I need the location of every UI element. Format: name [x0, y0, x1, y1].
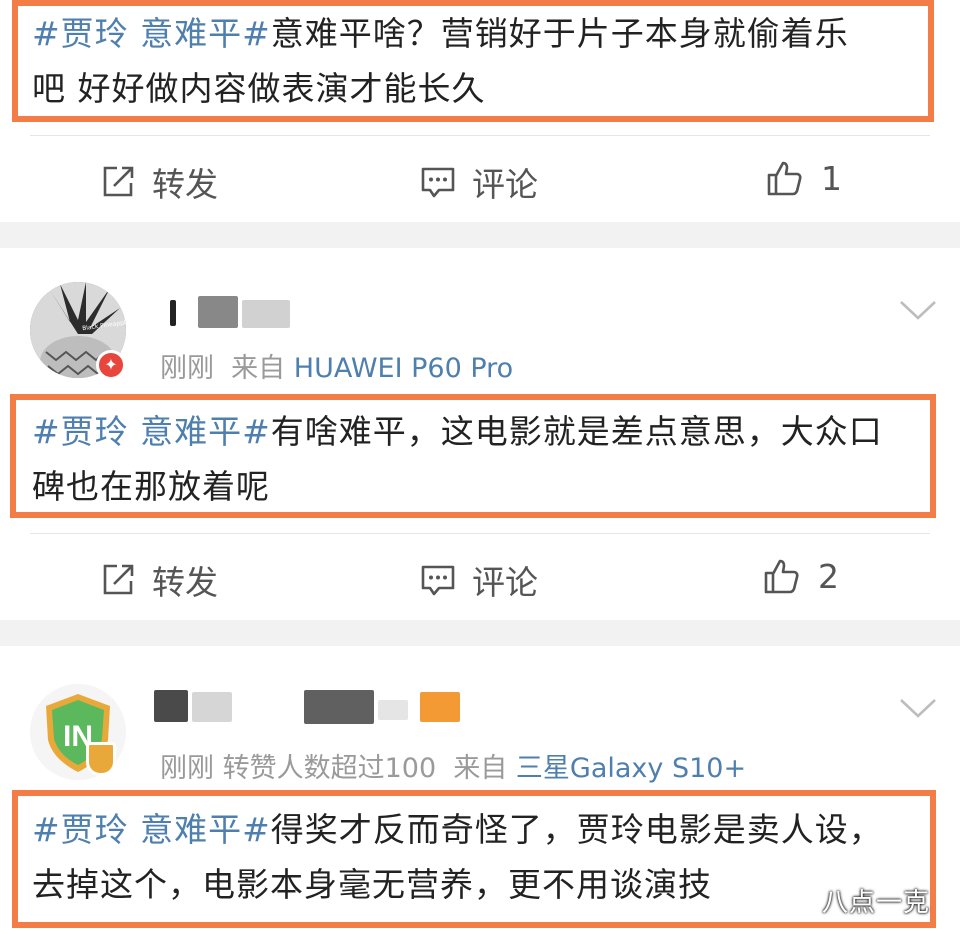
post-text-line1: 意难平啥？营销好于片子本身就偷着乐 — [270, 14, 849, 53]
repost-icon — [103, 564, 134, 595]
comment-icon — [421, 565, 455, 596]
post-text: #贾玲 意难平#得奖才反而奇怪了，贾玲电影是卖人设， 去掉这个，电影本身毫无营养… — [32, 802, 922, 912]
post-text: #贾玲 意难平#意难平啥？营销好于片子本身就偷着乐 吧 好好做内容做表演才能长久 — [32, 6, 922, 116]
from-label: 来自 — [231, 353, 286, 384]
repost-icon — [103, 166, 134, 197]
post-meta: 刚刚 转赞人数超过100 来自 三星Galaxy S10+ — [160, 746, 746, 785]
topic-tag[interactable]: #贾玲 意难平# — [32, 412, 271, 451]
repost-button[interactable]: 转发 — [100, 556, 218, 604]
username-blur-3 — [304, 690, 374, 724]
comment-icon — [421, 167, 455, 198]
repost-button[interactable]: 转发 — [100, 158, 218, 206]
repost-label: 转发 — [152, 165, 218, 204]
post-card-3: IN 刚刚 转赞人数超过100 来自 三星Galaxy S10+ #贾玲 意难平… — [0, 646, 960, 934]
username-blur-4 — [378, 700, 408, 720]
thumbs-up-icon — [767, 161, 802, 196]
username-blur-3 — [242, 300, 290, 328]
like-button[interactable]: 2 — [762, 556, 839, 596]
like-count: 1 — [821, 158, 842, 198]
post-text-line2: 碑也在那放着呢 — [32, 467, 270, 506]
comment-label: 评论 — [472, 563, 538, 602]
from-label: 来自 — [453, 753, 508, 784]
post-text-line1: 有啥难平，这电影就是差点意思，大众口 — [270, 412, 883, 451]
vip-badge-blur — [420, 692, 460, 722]
username-blur-1 — [154, 690, 188, 722]
like-button[interactable]: 1 — [765, 158, 842, 198]
like-count: 2 — [818, 556, 839, 596]
comment-label: 评论 — [472, 165, 538, 204]
device-link[interactable]: HUAWEI P60 Pro — [294, 353, 513, 384]
post-time: 刚刚 — [160, 753, 214, 784]
chevron-down-icon[interactable] — [898, 298, 938, 322]
verified-badge-icon: ✦ — [96, 350, 126, 380]
thumbs-up-icon — [764, 559, 799, 594]
divider — [30, 533, 930, 534]
section-separator — [0, 620, 960, 646]
username-blur-2 — [198, 296, 238, 328]
post-time: 刚刚 — [160, 353, 214, 384]
chevron-down-icon[interactable] — [898, 696, 938, 720]
topic-tag[interactable]: #贾玲 意难平# — [32, 14, 271, 53]
post-text: #贾玲 意难平#有啥难平，这电影就是差点意思，大众口 碑也在那放着呢 — [32, 404, 922, 514]
likes-info: 转赞人数超过100 — [222, 753, 437, 784]
post-meta: 刚刚 来自 HUAWEI P60 Pro — [160, 346, 513, 385]
watermark: 八点一克 — [822, 888, 931, 918]
post-card-2: Black Pineapple ✦ 刚刚 来自 HUAWEI P60 Pro #… — [0, 248, 960, 620]
username-blur-1 — [170, 300, 176, 326]
topic-tag[interactable]: #贾玲 意难平# — [32, 810, 271, 849]
comment-button[interactable]: 评论 — [420, 158, 538, 206]
repost-label: 转发 — [152, 563, 218, 602]
post-card-1: #贾玲 意难平#意难平啥？营销好于片子本身就偷着乐 吧 好好做内容做表演才能长久… — [0, 0, 960, 222]
divider — [30, 135, 930, 136]
post-text-line2: 去掉这个，电影本身毫无营养，更不用谈演技 — [32, 865, 712, 904]
section-separator — [0, 222, 960, 248]
comment-button[interactable]: 评论 — [420, 556, 538, 604]
username-blur-2 — [192, 692, 232, 722]
shield-badge-icon — [86, 742, 116, 776]
post-text-line2: 吧 好好做内容做表演才能长久 — [32, 69, 486, 108]
device-link[interactable]: 三星Galaxy S10+ — [516, 753, 746, 784]
post-text-line1: 得奖才反而奇怪了，贾玲电影是卖人设， — [270, 810, 883, 849]
